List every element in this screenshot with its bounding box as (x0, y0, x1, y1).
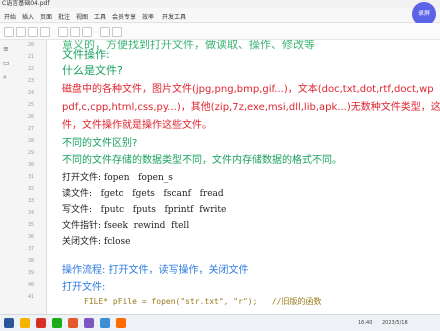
line-number: 33 (28, 198, 35, 204)
heading-open-file: 打开文件: (62, 282, 106, 293)
print-icon[interactable] (40, 27, 50, 37)
line-number: 40 (28, 282, 35, 288)
new-icon[interactable] (4, 27, 14, 37)
rotate-icon[interactable] (82, 27, 92, 37)
thumbnail-icon[interactable]: ▭ (3, 60, 13, 67)
code-line-read: 读文件: fgetc fgets fscanf fread (62, 189, 224, 199)
open-icon[interactable] (16, 27, 26, 37)
select-icon[interactable] (100, 27, 110, 37)
pdf-icon[interactable] (68, 318, 78, 328)
line-number: 25 (28, 102, 35, 108)
line-number: 24 (28, 90, 35, 96)
heading-flow: 操作流程: 打开文件，读写操作，关闭文件 (62, 265, 249, 276)
line-number-gutter: 20 21 22 23 24 25 26 27 28 29 30 31 32 3… (26, 40, 46, 314)
paragraph-file-types-3: 件，文件操作就是操作这些文件。 (62, 120, 212, 131)
taskbar-time: 16:40 (358, 320, 373, 326)
line-number: 29 (28, 150, 35, 156)
zoom-in-icon[interactable] (58, 27, 68, 37)
menu-item-efficiency[interactable]: 效率 (142, 12, 154, 21)
window-title: C语言基础04.pdf (2, 0, 50, 7)
heading-file-ops: 文件操作: (62, 48, 110, 61)
menu-item-devtools[interactable]: 开发工具 (162, 12, 186, 21)
menu-item-comment[interactable]: 批注 (58, 12, 70, 21)
toolbar (0, 23, 440, 40)
taskbar-date: 2023/5/18 (382, 320, 408, 326)
hand-icon[interactable] (112, 27, 122, 37)
menu-item-member[interactable]: 会员专享 (112, 12, 136, 21)
line-number: 37 (28, 246, 35, 252)
code-partial-fopen: FILE* pFile = fopen("str.txt", "r"); //旧… (84, 297, 322, 306)
menu-item-tools[interactable]: 工具 (94, 12, 106, 21)
line-number: 26 (28, 114, 35, 120)
line-number: 39 (28, 270, 35, 276)
code-line-write: 写文件: fputc fputs fprintf fwrite (62, 205, 227, 215)
line-number: 31 (28, 174, 35, 180)
line-number: 21 (28, 54, 35, 60)
title-bar: C语言基础04.pdf (0, 0, 440, 8)
zoom-out-icon[interactable] (70, 27, 80, 37)
paragraph-file-types-2: pdf,c,cpp,html,css,py...)，其他(zip,7z,exe,… (62, 102, 440, 113)
heading-what-is-file: 什么是文件? (62, 64, 123, 77)
code-line-close: 关闭文件: fclose (62, 237, 131, 247)
menu-item-insert[interactable]: 插入 (22, 12, 34, 21)
explorer-icon[interactable] (20, 318, 30, 328)
list-icon[interactable]: ≡ (3, 46, 13, 53)
browser-icon[interactable] (100, 318, 110, 328)
line-number: 30 (28, 162, 35, 168)
paragraph-difference: 不同的文件存储的数据类型不同，文件内存储数据的格式不同。 (62, 155, 342, 166)
vs-icon[interactable] (84, 318, 94, 328)
line-number: 27 (28, 126, 35, 132)
line-number: 28 (28, 138, 35, 144)
code-line-open: 打开文件: fopen fopen_s (62, 173, 173, 183)
menu-item-view[interactable]: 视图 (76, 12, 88, 21)
line-number: 38 (28, 258, 35, 264)
line-number: 23 (28, 78, 35, 84)
wechat-icon[interactable] (52, 318, 62, 328)
paragraph-file-types-1: 磁盘中的各种文件，图片文件(jpg,png,bmp,gif...)，文本(doc… (62, 84, 434, 95)
line-number: 22 (28, 66, 35, 72)
line-number: 20 (28, 42, 35, 48)
wps-icon[interactable] (36, 318, 46, 328)
menu-item-page[interactable]: 页面 (40, 12, 52, 21)
line-number: 32 (28, 186, 35, 192)
taskbar: 16:40 2023/5/18 (0, 314, 440, 331)
menu-item-start[interactable]: 开始 (4, 12, 16, 21)
document-content: 意义的，方便找到打开文件，做读取、操作、修改等 文件操作: 什么是文件? 磁盘中… (62, 40, 440, 314)
line-number: 41 (28, 294, 35, 300)
search-icon[interactable]: ⌕ (3, 74, 13, 81)
line-number: 36 (28, 234, 35, 240)
line-number: 34 (28, 210, 35, 216)
heading-difference: 不同的文件区别? (62, 138, 138, 149)
menu-bar: 开始 插入 页面 批注 视图 工具 会员专享 效率 开发工具 (0, 8, 440, 23)
code-line-pointer: 文件指针: fseek rewind ftell (62, 221, 190, 231)
start-icon[interactable] (4, 318, 14, 328)
line-number: 35 (28, 222, 35, 228)
save-icon[interactable] (28, 27, 38, 37)
app-icon[interactable] (116, 318, 126, 328)
